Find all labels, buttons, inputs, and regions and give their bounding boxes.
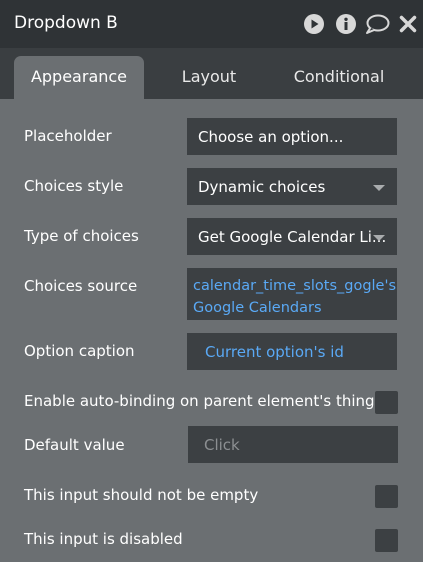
type-of-choices-dropdown[interactable]: Get Google Calendar Li... (187, 218, 397, 255)
option-caption-label: Option caption (24, 342, 135, 360)
placeholder-label: Placeholder (24, 127, 112, 145)
tab-layout[interactable]: Layout (160, 56, 258, 99)
type-of-choices-label: Type of choices (24, 227, 139, 245)
default-value-input[interactable]: Click (188, 426, 398, 463)
choices-source-line1: calendar_time_slots_gogle's (193, 278, 397, 294)
choices-style-label: Choices style (24, 177, 124, 195)
tab-bar: Appearance Layout Conditional (0, 48, 423, 99)
panel-header: Dropdown B (0, 0, 423, 48)
choices-style-value: Dynamic choices (198, 178, 326, 196)
choices-source-expression[interactable]: calendar_time_slots_gogle's Google Calen… (187, 268, 397, 320)
panel-title: Dropdown B (14, 13, 118, 33)
placeholder-input[interactable]: Choose an option... (187, 118, 397, 155)
tab-appearance[interactable]: Appearance (14, 56, 144, 99)
chevron-down-icon (373, 235, 385, 241)
default-value-label: Default value (24, 436, 125, 454)
not-empty-label: This input should not be empty (24, 486, 259, 504)
disabled-checkbox[interactable] (375, 529, 398, 552)
auto-binding-checkbox[interactable] (375, 391, 398, 414)
option-caption-expression[interactable]: Current option's id (187, 333, 397, 370)
play-icon[interactable] (303, 13, 325, 35)
chevron-down-icon (373, 185, 385, 191)
disabled-label: This input is disabled (24, 530, 183, 548)
type-of-choices-value: Get Google Calendar Li... (198, 228, 387, 246)
choices-source-line2: Google Calendars (193, 300, 322, 316)
default-value-placeholder: Click (204, 436, 240, 454)
option-caption-value: Current option's id (205, 343, 344, 361)
choices-source-label: Choices source (24, 277, 138, 295)
tab-conditional[interactable]: Conditional (280, 56, 398, 99)
placeholder-input-value: Choose an option... (198, 128, 344, 146)
close-icon[interactable] (398, 13, 418, 35)
choices-style-dropdown[interactable]: Dynamic choices (187, 168, 397, 205)
comment-icon[interactable] (364, 13, 390, 35)
property-editor-panel: Dropdown B Appearance Layout Conditional… (0, 0, 423, 562)
not-empty-checkbox[interactable] (375, 485, 398, 508)
auto-binding-label: Enable auto-binding on parent element's … (24, 392, 375, 410)
info-icon[interactable] (335, 13, 357, 35)
